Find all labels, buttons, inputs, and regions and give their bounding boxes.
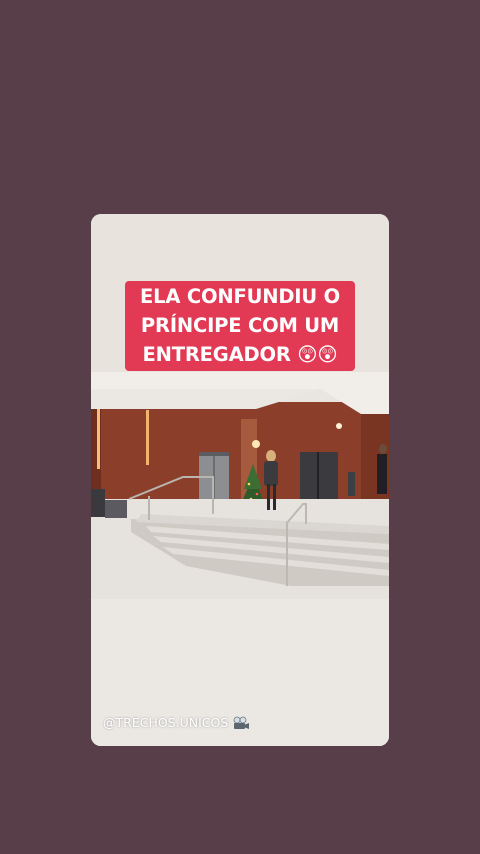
story-video-card[interactable]: ELA CONFUNDIU O PRÍNCIPE COM UM ENTREGAD… — [91, 214, 389, 746]
caption-line-2: PRÍNCIPE COM UM — [140, 314, 340, 337]
film-camera-icon — [233, 716, 250, 729]
account-handle[interactable]: @TRECHOS.UNICOS — [103, 715, 250, 730]
account-handle-text: @TRECHOS.UNICOS — [103, 715, 229, 730]
story-caption: ELA CONFUNDIU O PRÍNCIPE COM UM ENTREGAD… — [125, 281, 355, 371]
caption-line-3: ENTREGADOR 😲😲 — [142, 343, 338, 366]
caption-line-1: ELA CONFUNDIU O — [140, 285, 340, 308]
